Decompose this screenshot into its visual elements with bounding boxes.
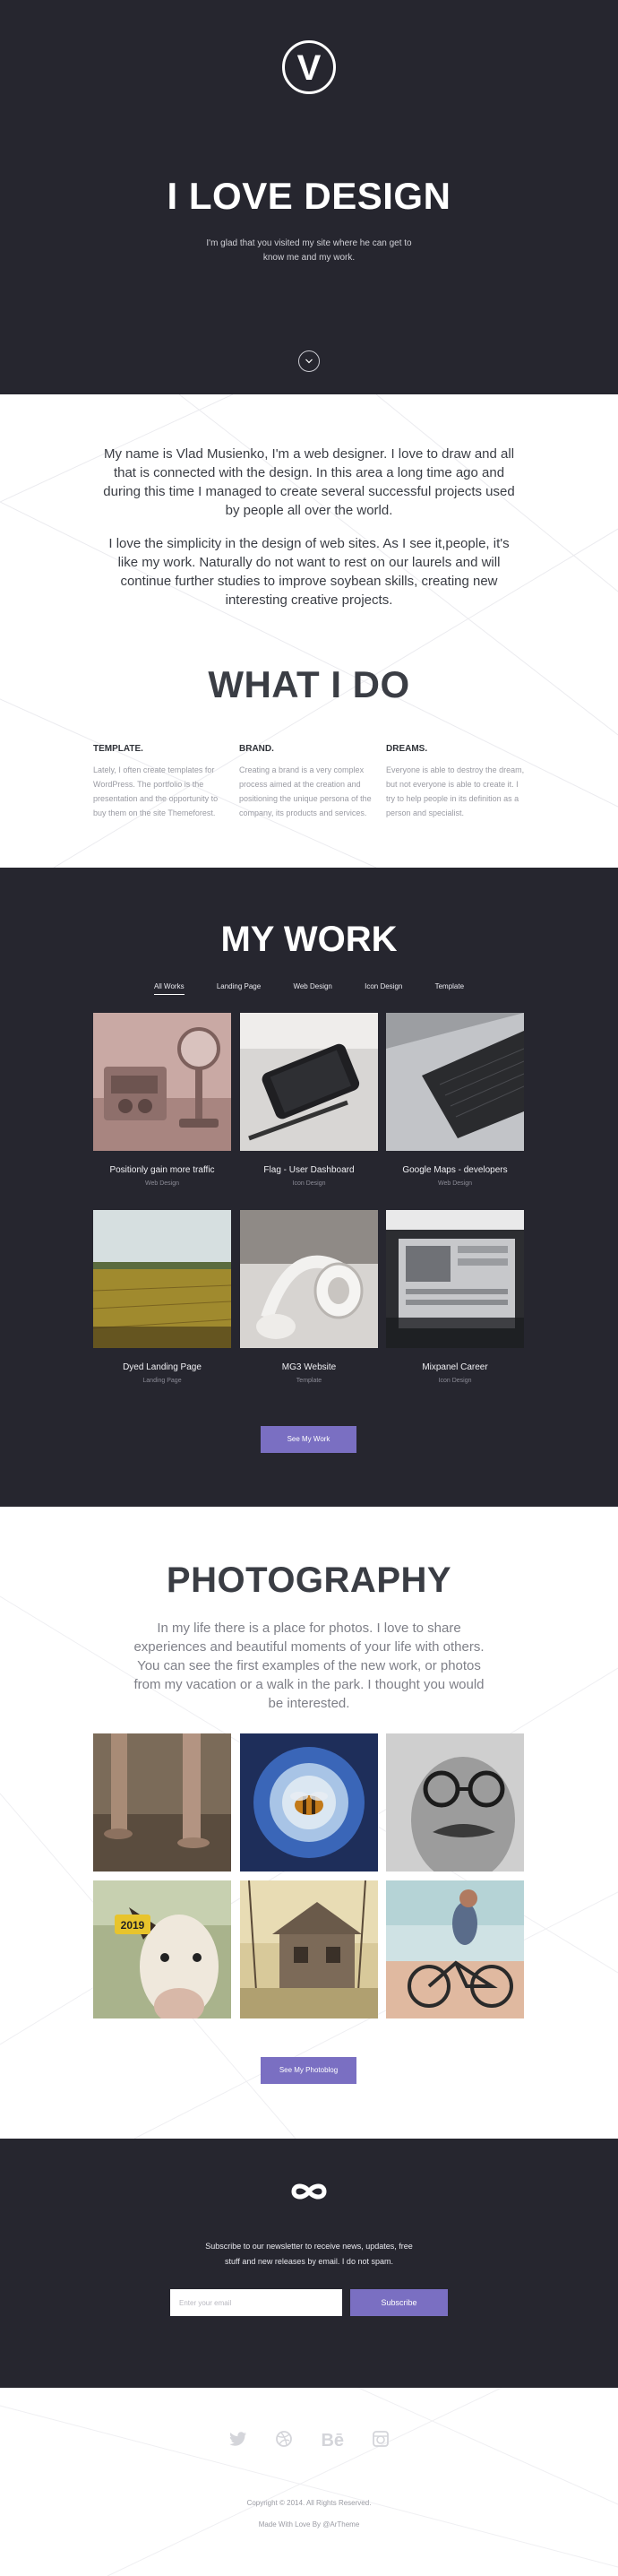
work-name: MG3 Website [281,1362,337,1372]
filter-all-works[interactable]: All Works [153,982,185,995]
work-item[interactable]: Positionly gain more traffic Web Design [93,1013,231,1187]
work-thumbnail-laptop [386,1013,524,1151]
work-name: Positionly gain more traffic [109,1165,215,1175]
copyright-text: Copyright © 2014. All Rights Reserved. [246,2499,372,2507]
about-section: My name is Vlad Musienko, I'm a web desi… [0,394,618,868]
work-thumbnail-headphones [240,1210,378,1348]
intro-text: My name is Vlad Musienko, I'm a web desi… [100,445,518,624]
work-item[interactable]: Dyed Landing Page Landing Page [93,1210,231,1384]
dribbble-icon[interactable] [276,2431,292,2451]
cow-ear-tag: 2019 [121,1919,145,1932]
intro-paragraph: I love the simplicity in the design of w… [108,536,510,608]
photography-title: PHOTOGRAPHY [166,1560,452,1600]
work-thumbnail-microphone [93,1013,231,1151]
filter-template[interactable]: Template [435,982,464,994]
service-text: Everyone is able to destroy the dream, b… [386,765,525,817]
page: V I LOVE DESIGN I'm glad that you visite… [0,0,618,2576]
infinity-icon [291,2183,327,2200]
work-name: Flag - User Dashboard [263,1165,355,1175]
work-thumbnail-field [93,1210,231,1348]
photo-cyclist[interactable] [386,1880,524,2018]
hero-title: I LOVE DESIGN [167,175,451,217]
logo[interactable]: V [282,40,336,94]
filter-landing-page[interactable]: Landing Page [217,982,261,994]
work-category: Icon Design [438,1378,472,1384]
filter-web-design[interactable]: Web Design [293,982,331,994]
newsletter-text: Subscribe to our newsletter to receive n… [205,2242,413,2266]
work-name: Dyed Landing Page [123,1362,202,1372]
newsletter-section: Subscribe to our newsletter to receive n… [0,2139,618,2388]
behance-icon[interactable]: Bē [321,2431,344,2451]
work-category: Landing Page [142,1378,182,1384]
work-thumbnail-phone [240,1013,378,1151]
photography-text: In my life there is a place for photos. … [133,1621,485,1711]
service-template: TEMPLATE. Lately, I often create templat… [93,744,232,820]
instagram-icon[interactable] [373,2431,390,2451]
my-work-section: MY WORK All Works Landing Page Web Desig… [0,868,618,1507]
work-category: Icon Design [292,1180,326,1187]
chevron-down-icon [305,359,313,364]
work-item[interactable]: Flag - User Dashboard Icon Design [240,1013,378,1187]
twitter-icon[interactable] [228,2432,247,2451]
service-text: Lately, I often create templates for Wor… [93,765,219,817]
work-thumbnail-screen [386,1210,524,1348]
filter-icon-design[interactable]: Icon Design [365,982,402,994]
what-i-do-title: WHAT I DO [208,663,410,705]
see-my-photoblog-button[interactable]: See My Photoblog [261,2057,356,2084]
social-links: Bē [0,2431,618,2451]
service-brand: BRAND. Creating a brand is a very comple… [239,744,378,820]
photo-cow[interactable]: 2019 [93,1880,231,2018]
work-category: Web Design [144,1180,179,1187]
see-my-work-button[interactable]: See My Work [261,1426,356,1453]
service-text: Creating a brand is a very complex proce… [239,765,372,817]
made-by-text: Made With Love By @ArThemе [258,2520,360,2528]
intro-paragraph: My name is Vlad Musienko, I'm a web desi… [103,446,515,518]
work-item[interactable]: Google Maps - developers Web Design [386,1013,524,1187]
work-item[interactable]: Mixpanel Career Icon Design [386,1210,524,1384]
work-name: Google Maps - developers [402,1165,508,1175]
work-item[interactable]: MG3 Website Template [240,1210,378,1384]
hero-section: V I LOVE DESIGN I'm glad that you visite… [0,0,618,394]
my-work-title: MY WORK [220,920,398,959]
logo-letter: V [296,48,322,88]
service-heading: TEMPLATE. [93,744,143,754]
work-category: Web Design [437,1180,472,1187]
email-field[interactable] [170,2289,342,2316]
work-category: Template [296,1378,322,1384]
photo-glasses-man[interactable] [386,1733,524,1871]
work-filters: All Works Landing Page Web Design Icon D… [0,982,618,995]
photo-legs[interactable] [93,1733,231,1871]
photography-section: PHOTOGRAPHY In my life there is a place … [0,1507,618,2139]
photo-bee[interactable] [240,1733,378,1871]
scroll-down-button[interactable] [298,350,320,372]
service-heading: BRAND. [239,744,274,754]
work-name: Mixpanel Career [422,1362,488,1372]
photo-house[interactable] [240,1880,378,2018]
background-lines [0,2388,618,2576]
hero-subtitle: I'm glad that you visited my site where … [206,238,412,263]
service-dreams: DREAMS. Everyone is able to destroy the … [386,744,525,820]
subscribe-button[interactable]: Subscribe [350,2289,448,2316]
service-heading: DREAMS. [386,744,428,754]
footer: Bē Copyright © 2014. All Rights Reserved… [0,2388,618,2576]
